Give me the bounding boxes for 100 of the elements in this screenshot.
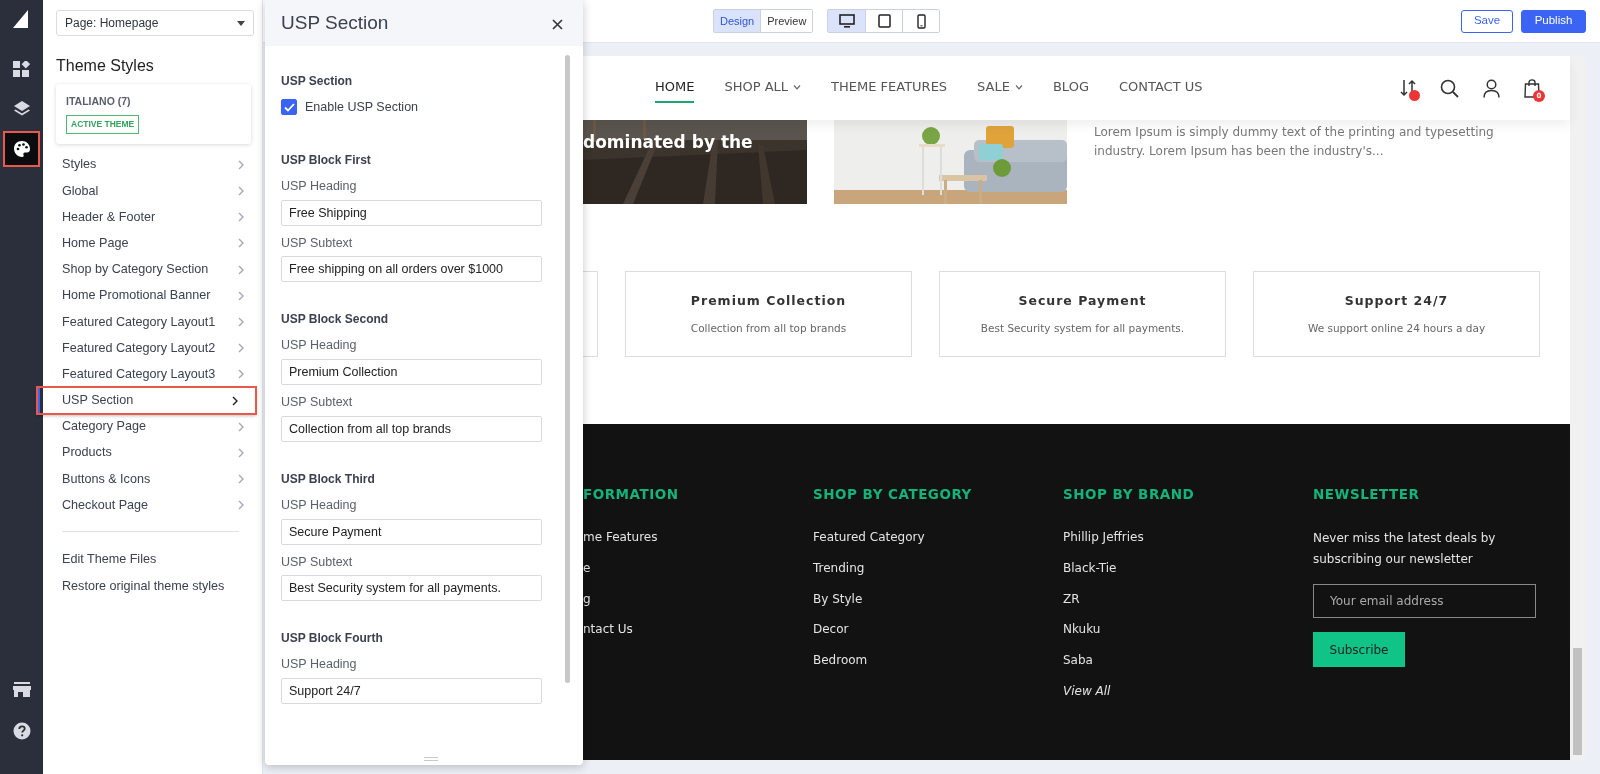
nav-link[interactable]: SHOP ALL bbox=[724, 73, 802, 103]
field-label: USP Heading bbox=[281, 177, 358, 195]
footer-link[interactable]: ZR bbox=[1063, 589, 1293, 621]
view-all-link[interactable]: View All bbox=[1063, 681, 1293, 713]
nav-link[interactable]: SALE bbox=[977, 73, 1023, 103]
menu-item[interactable]: Featured Category Layout1 bbox=[43, 308, 262, 336]
footer-link[interactable]: Saba bbox=[1063, 651, 1293, 682]
field-label: USP Heading bbox=[281, 656, 358, 674]
section-label: USP Section bbox=[281, 73, 354, 90]
menu-item[interactable]: Checkout Page bbox=[43, 492, 262, 519]
scrollbar[interactable] bbox=[565, 55, 570, 683]
checkbox[interactable] bbox=[281, 99, 297, 116]
subscribe-button[interactable]: Subscribe bbox=[1313, 632, 1405, 668]
chevron-right-icon bbox=[238, 316, 244, 327]
menu-item[interactable]: Products bbox=[43, 439, 262, 466]
footer-link[interactable]: ntact Us bbox=[583, 620, 793, 651]
email-field[interactable]: Your email address bbox=[1313, 584, 1536, 619]
nav-link[interactable]: BLOG bbox=[1052, 73, 1089, 103]
footer-link[interactable]: Trending bbox=[813, 558, 1043, 590]
text-field[interactable]: Premium Collection bbox=[281, 359, 542, 385]
palette-button[interactable] bbox=[3, 131, 40, 167]
mode-tab[interactable]: Preview bbox=[760, 10, 813, 32]
publish-button[interactable]: Publish bbox=[1521, 9, 1586, 33]
search-icon[interactable] bbox=[1440, 78, 1459, 98]
mobile-icon bbox=[916, 13, 926, 29]
footer-heading: NEWSLETTER bbox=[1313, 485, 1421, 504]
mobile-view-button[interactable] bbox=[902, 10, 940, 32]
checkbox-label: Enable USP Section bbox=[305, 99, 419, 116]
save-button[interactable]: Save bbox=[1461, 9, 1513, 33]
footer-heading: SHOP BY BRAND bbox=[1063, 485, 1196, 504]
storefront-icon[interactable] bbox=[12, 682, 31, 698]
text-field[interactable]: Free Shipping bbox=[281, 199, 542, 226]
menu-item[interactable]: Featured Category Layout2 bbox=[43, 335, 262, 362]
desktop-icon bbox=[838, 14, 855, 28]
notification-dot bbox=[1409, 90, 1420, 101]
chevron-down-icon bbox=[1014, 84, 1023, 90]
menu-item[interactable]: Header & Footer bbox=[43, 204, 262, 231]
user-icon[interactable] bbox=[1483, 78, 1500, 98]
field-label: USP Subtext bbox=[281, 553, 354, 571]
compare-arrows-icon[interactable] bbox=[1400, 78, 1416, 98]
banner-heading: dominated by the bbox=[583, 131, 753, 154]
panel-title: USP Section bbox=[281, 10, 389, 35]
field-label: USP Heading bbox=[281, 496, 358, 514]
footer-link[interactable]: Decor bbox=[813, 620, 1043, 651]
help-icon[interactable] bbox=[12, 722, 31, 740]
chevron-right-icon bbox=[238, 421, 244, 432]
usp-text: We support online 24 hours a day bbox=[1307, 320, 1486, 336]
menu-item[interactable]: Home Page bbox=[43, 230, 262, 257]
chevron-right-icon bbox=[238, 343, 244, 354]
footer-link[interactable]: Phillip Jeffries bbox=[1063, 528, 1293, 559]
footer-link[interactable]: e bbox=[583, 558, 793, 590]
footer-link[interactable]: Nkuku bbox=[1063, 620, 1293, 651]
footer-link[interactable]: By Style bbox=[813, 589, 1043, 621]
menu-item[interactable]: Styles bbox=[43, 151, 262, 178]
menu-item[interactable]: USP Section bbox=[37, 387, 256, 414]
desktop-view-button[interactable] bbox=[828, 10, 866, 32]
sidebar-title: Theme Styles bbox=[56, 56, 155, 76]
footer-link[interactable]: g bbox=[583, 589, 793, 621]
text-field[interactable]: Secure Payment bbox=[281, 518, 542, 545]
chevron-right-icon bbox=[238, 290, 244, 301]
scrollbar[interactable] bbox=[1570, 56, 1585, 760]
page-select[interactable]: Page: Homepage bbox=[56, 10, 254, 36]
menu-item[interactable]: Global bbox=[43, 177, 262, 205]
menu-item[interactable]: Home Promotional Banner bbox=[43, 282, 262, 309]
usp-text: Best Security system for all payments. bbox=[980, 320, 1185, 336]
text-field[interactable]: Collection from all top brands bbox=[281, 415, 542, 442]
resize-handle[interactable] bbox=[424, 757, 438, 761]
text-field[interactable]: Best Security system for all payments. bbox=[281, 575, 542, 602]
mode-tab[interactable]: Design bbox=[714, 10, 761, 32]
footer-heading: FORMATION bbox=[583, 485, 680, 504]
close-icon bbox=[552, 19, 563, 31]
chevron-right-icon bbox=[238, 159, 244, 170]
nav-link[interactable]: HOME bbox=[655, 73, 695, 103]
nav-link[interactable]: CONTACT US bbox=[1118, 73, 1203, 103]
chevron-right-icon bbox=[238, 186, 244, 197]
footer-link[interactable]: Black-Tie bbox=[1063, 558, 1293, 590]
menu-item[interactable]: Category Page bbox=[43, 413, 262, 440]
chevron-right-icon bbox=[238, 238, 244, 249]
footer-link[interactable]: Bedroom bbox=[813, 651, 1043, 682]
nav-link[interactable]: THEME FEATURES bbox=[831, 73, 948, 103]
sidebar-link[interactable]: Restore original theme styles bbox=[43, 572, 262, 600]
menu-item[interactable]: Buttons & Icons bbox=[43, 466, 262, 493]
usp-heading: Secure Payment bbox=[1018, 291, 1147, 310]
widgets-icon bbox=[13, 60, 30, 78]
menu-item[interactable]: Featured Category Layout3 bbox=[43, 361, 262, 388]
shopping-bag-icon[interactable] bbox=[1524, 78, 1540, 98]
field-label: USP Heading bbox=[281, 337, 358, 355]
chevron-right-icon bbox=[238, 447, 244, 458]
block-title: USP Block Fourth bbox=[281, 630, 384, 648]
sidebar-link[interactable]: Edit Theme Files bbox=[43, 546, 262, 573]
text-field[interactable]: Support 24/7 bbox=[281, 678, 542, 704]
chevron-right-icon bbox=[238, 212, 244, 223]
text-field[interactable]: Free shipping on all orders over $1000 bbox=[281, 256, 542, 283]
chevron-right-icon bbox=[232, 395, 238, 406]
footer-link[interactable]: Featured Category bbox=[813, 528, 1043, 559]
footer-link[interactable]: me Features bbox=[583, 528, 793, 559]
chevron-down-icon bbox=[793, 84, 802, 90]
menu-item[interactable]: Shop by Category Section bbox=[43, 256, 262, 283]
footer-heading: SHOP BY CATEGORY bbox=[813, 485, 973, 504]
chevron-right-icon bbox=[238, 369, 244, 380]
